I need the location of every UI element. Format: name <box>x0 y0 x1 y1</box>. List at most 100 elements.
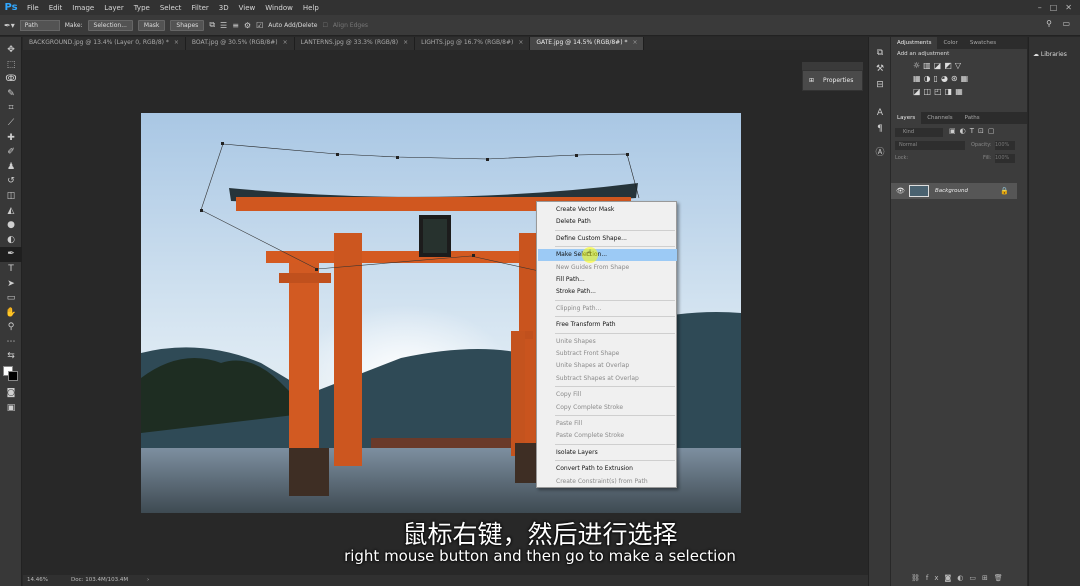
rectangle-tool-icon[interactable]: ▭ <box>0 291 22 306</box>
search-icon[interactable]: ⚲ <box>1046 19 1052 28</box>
maximize-icon[interactable]: □ <box>1050 3 1058 12</box>
gear-icon[interactable]: ⚙ <box>244 21 251 30</box>
status-arrow-icon[interactable]: › <box>147 575 149 586</box>
menu-3d[interactable]: 3D <box>214 4 234 12</box>
swap-colors-icon[interactable]: ⇆ <box>0 349 22 364</box>
tab-boat[interactable]: BOAT.jpg @ 30.5% (RGB/8#) × <box>185 37 295 50</box>
context-menu-item: Unite Shapes at Overlap <box>556 362 630 370</box>
layer-row-background[interactable]: 👁 Background 🔒 <box>891 183 1017 199</box>
context-menu-item[interactable]: Convert Path to Extrusion <box>538 463 677 475</box>
lasso-tool-icon[interactable]: ↂ <box>0 72 22 87</box>
auto-add-checkbox[interactable]: ☑ <box>256 21 263 30</box>
layer-filter-icons[interactable]: ▣◐T⊡▢ <box>949 127 998 135</box>
context-menu-item[interactable]: Delete Path <box>538 216 677 228</box>
menu-layer[interactable]: Layer <box>99 4 129 12</box>
adjustment-icons[interactable]: ☼▥◪◩▽ ▦◑▯◕⊛▦ ◪◫◰◨▦ <box>891 59 1027 98</box>
color-swatches[interactable] <box>0 364 21 386</box>
align-edges-checkbox[interactable]: ☐ <box>322 22 327 29</box>
glyphs-icon[interactable]: Ⓐ <box>869 145 891 161</box>
properties-panel-button[interactable]: ⊞ Properties <box>802 70 863 91</box>
tab-lights[interactable]: LIGHTS.jpg @ 16.7% (RGB/8#) × <box>415 37 531 50</box>
history-brush-tool-icon[interactable]: ↺ <box>0 174 22 189</box>
menu-image[interactable]: Image <box>67 4 99 12</box>
actions-icon[interactable]: ⚒ <box>869 61 891 77</box>
context-menu-item[interactable]: Stroke Path... <box>538 286 677 298</box>
paragraph-icon[interactable]: ¶ <box>869 121 891 137</box>
context-menu-item: Unite Shapes <box>556 337 596 345</box>
quick-mask-icon[interactable]: ◙ <box>0 386 22 401</box>
crop-tool-icon[interactable]: ⌗ <box>0 101 22 116</box>
history-icon[interactable]: ⧉ <box>869 45 891 61</box>
tab-background[interactable]: BACKGROUND.jpg @ 13.4% (Layer 0, RGB/8) … <box>23 37 186 50</box>
close-icon[interactable]: × <box>283 39 288 46</box>
tab-paths[interactable]: Paths <box>959 112 986 124</box>
pen-tool-preset-icon[interactable]: ✒▾ <box>4 21 15 30</box>
fill-value[interactable]: 100% <box>995 154 1015 163</box>
tab-lanterns[interactable]: LANTERNS.jpg @ 33.3% (RGB/8) × <box>294 37 416 50</box>
adjust-icon[interactable]: ⊟ <box>869 77 891 93</box>
libraries-button[interactable]: ☁ Libraries <box>1029 51 1080 58</box>
quick-select-tool-icon[interactable]: ✎ <box>0 87 22 102</box>
tab-color[interactable]: Color <box>937 37 963 49</box>
hand-tool-icon[interactable]: ✋ <box>0 306 22 321</box>
close-icon[interactable]: × <box>632 39 637 46</box>
tab-gate[interactable]: GATE.jpg @ 14.5% (RGB/8#) * × <box>530 37 645 50</box>
context-menu-item[interactable]: Free Transform Path <box>538 319 677 331</box>
close-icon[interactable]: ✕ <box>1065 3 1072 12</box>
type-tool-icon[interactable]: T <box>0 262 22 277</box>
path-selection-tool-icon[interactable]: ➤ <box>0 277 22 292</box>
eye-icon[interactable]: 👁 <box>896 183 905 199</box>
context-menu-item[interactable]: Make Selection... <box>538 249 677 262</box>
tab-swatches[interactable]: Swatches <box>964 37 1002 49</box>
make-shapes-button[interactable]: Shapes <box>170 19 205 31</box>
tab-adjustments[interactable]: Adjustments <box>891 37 938 49</box>
context-menu-item[interactable]: Isolate Layers <box>538 447 677 459</box>
screen-mode-icon[interactable]: ▣ <box>0 401 22 416</box>
blend-mode-select[interactable]: Normal <box>895 141 965 150</box>
make-selection-button[interactable]: Selection... <box>87 19 133 31</box>
pen-tool-icon[interactable]: ✒ <box>0 247 22 262</box>
path-arrangement-icon[interactable]: ≡ <box>232 21 239 30</box>
adjustments-tabs: Adjustments Color Swatches <box>891 37 1027 49</box>
layer-kind-filter[interactable]: Kind <box>895 128 943 137</box>
clone-stamp-tool-icon[interactable]: ♟ <box>0 160 22 175</box>
context-menu-item[interactable]: Fill Path... <box>538 274 677 286</box>
tab-channels[interactable]: Channels <box>921 112 958 124</box>
more-tools-icon[interactable]: ⋯ <box>0 335 22 350</box>
close-icon[interactable]: × <box>518 39 523 46</box>
eyedropper-tool-icon[interactable]: ⟋ <box>0 116 22 131</box>
healing-brush-tool-icon[interactable]: ✚ <box>0 131 22 146</box>
character-icon[interactable]: A <box>869 105 891 121</box>
close-icon[interactable]: × <box>174 39 179 46</box>
move-tool-icon[interactable]: ✥ <box>0 43 22 58</box>
paint-bucket-tool-icon[interactable]: ◭ <box>0 204 22 219</box>
zoom-tool-icon[interactable]: ⚲ <box>0 320 22 335</box>
dodge-tool-icon[interactable]: ◐ <box>0 233 22 248</box>
layer-actions-icons[interactable]: ⛓fx◙◐▭⊞🗑 <box>911 574 1009 582</box>
eraser-tool-icon[interactable]: ◫ <box>0 189 22 204</box>
menu-filter[interactable]: Filter <box>186 4 213 12</box>
path-operations-icon[interactable]: ⧉ <box>209 20 215 30</box>
close-icon[interactable]: × <box>403 39 408 46</box>
menu-view[interactable]: View <box>234 4 261 12</box>
menu-edit[interactable]: Edit <box>44 4 68 12</box>
marquee-tool-icon[interactable]: ⬚ <box>0 58 22 73</box>
workspace-icon[interactable]: ▭ <box>1062 19 1070 28</box>
make-mask-button[interactable]: Mask <box>137 19 166 31</box>
context-menu-item[interactable]: Define Custom Shape... <box>538 233 677 245</box>
path-alignment-icon[interactable]: ☰ <box>220 21 227 30</box>
menu-help[interactable]: Help <box>298 4 324 12</box>
zoom-level[interactable]: 14.46% <box>27 575 48 586</box>
tab-layers[interactable]: Layers <box>891 112 922 124</box>
menu-type[interactable]: Type <box>129 4 155 12</box>
brush-tool-icon[interactable]: ✐ <box>0 145 22 160</box>
menu-select[interactable]: Select <box>155 4 187 12</box>
opacity-value[interactable]: 100% <box>995 141 1015 150</box>
menu-window[interactable]: Window <box>260 4 298 12</box>
tool-mode-select[interactable]: Path <box>19 19 60 31</box>
blur-tool-icon[interactable]: ● <box>0 218 22 233</box>
menu-file[interactable]: File <box>22 4 44 12</box>
context-menu-item[interactable]: Create Vector Mask <box>538 204 677 216</box>
properties-collapse-bar[interactable] <box>802 62 863 70</box>
minimize-icon[interactable]: – <box>1038 3 1042 12</box>
